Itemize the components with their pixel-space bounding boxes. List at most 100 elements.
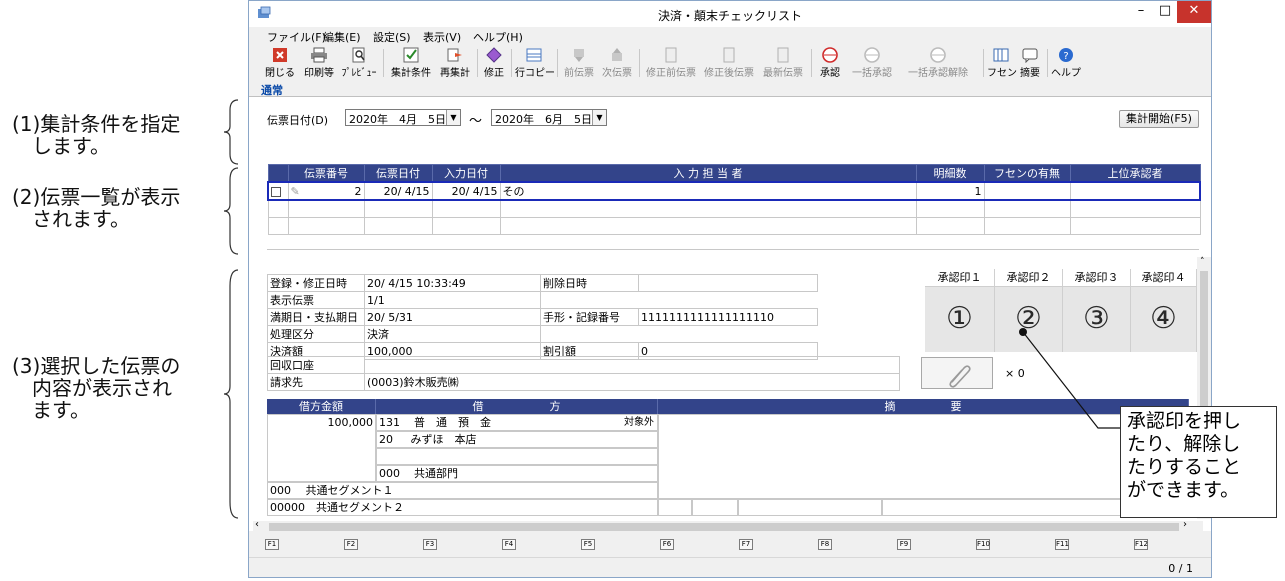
date-filter-label: 伝票日付(D): [267, 114, 329, 127]
before-edit-button[interactable]: 修正前伝票: [643, 47, 699, 79]
eraser-icon: [486, 47, 502, 63]
toolbar-separator: [477, 49, 478, 77]
f4-key[interactable]: F4: [502, 539, 516, 550]
recalc-button[interactable]: 再集計: [437, 47, 473, 79]
f9-key[interactable]: F9: [897, 539, 911, 550]
doc-icon: [777, 47, 789, 63]
table-row[interactable]: [267, 216, 1201, 235]
menu-bar: ファイル(F) 編集(E) 設定(S) 表示(V) ヘルプ(H): [249, 27, 1211, 45]
f7-key[interactable]: F7: [739, 539, 753, 550]
toolbar: 閉じる 印刷等 ﾌﾟﾚﾋﾞｭｰ 集計条件 再集計 修正 行コピー 前伝票 次伝票…: [249, 45, 1211, 81]
date-range-tilde: ～: [469, 114, 483, 129]
next-voucher-button[interactable]: 次伝票: [599, 47, 635, 79]
tab-normal[interactable]: 通常: [261, 82, 283, 98]
col-voucher-date[interactable]: 伝票日付: [363, 164, 433, 183]
f6-key[interactable]: F6: [660, 539, 674, 550]
page-count: 0 / 1: [1168, 562, 1193, 575]
edit-button[interactable]: 修正: [481, 47, 507, 79]
col-debit-amount: 借方金額: [267, 399, 376, 414]
menu-file[interactable]: ファイル(F): [267, 29, 326, 45]
paperclip-icon: [949, 365, 971, 388]
f3-key[interactable]: F3: [423, 539, 437, 550]
stamp-icon: [930, 47, 946, 63]
debit-amount: 100,000: [267, 414, 376, 482]
col-fusen[interactable]: フセンの有無: [983, 164, 1071, 183]
approval-stamp-1[interactable]: ①: [925, 286, 995, 352]
title-bar: 決済・顛末チェックリスト – □ ✕: [249, 1, 1211, 27]
callout-approval-note: 承認印を押し たり、解除し たりすること ができます。: [1120, 406, 1277, 518]
minimize-button[interactable]: –: [1129, 1, 1153, 23]
stamp-icon: [864, 47, 880, 63]
help-button[interactable]: ? ヘルプ: [1051, 47, 1081, 79]
bulk-release-button[interactable]: 一括承認解除: [905, 47, 971, 79]
close-window-button[interactable]: ✕: [1177, 1, 1211, 23]
print-button[interactable]: 印刷等: [301, 47, 337, 79]
approve-button[interactable]: 承認: [815, 47, 845, 79]
table-row[interactable]: [267, 199, 1201, 218]
app-window: 決済・顛末チェックリスト – □ ✕ ファイル(F) 編集(E) 設定(S) 表…: [248, 0, 1212, 578]
scroll-right-icon[interactable]: ›: [1183, 519, 1187, 530]
segment-1: 000 共通セグメント１: [267, 482, 658, 499]
f10-key[interactable]: F10: [976, 539, 990, 550]
stamp-icon: [822, 47, 838, 63]
chevron-down-icon[interactable]: ▼: [446, 110, 460, 125]
doc-icon: [665, 47, 677, 63]
next-icon: [612, 48, 622, 61]
scroll-left-icon[interactable]: ‹: [255, 519, 259, 530]
annotation-conditions: (1)集計条件を指定 します。: [12, 112, 181, 158]
scroll-thumb[interactable]: [269, 523, 1179, 531]
conditions-button[interactable]: 集計条件: [389, 47, 433, 79]
fusen-button[interactable]: フセン: [987, 47, 1017, 79]
magnifier-icon: [352, 47, 365, 63]
voucher-detail-extra: 回収口座 請求先 (0003)鈴木販売㈱: [267, 356, 900, 391]
date-from-select[interactable]: 2020年 4月 5日 ▼: [345, 109, 461, 126]
latest-button[interactable]: 最新伝票: [759, 47, 807, 79]
col-input-date[interactable]: 入力日付: [431, 164, 501, 183]
col-debit: 借 方: [376, 399, 658, 414]
toolbar-separator: [511, 49, 512, 77]
f1-key[interactable]: F1: [265, 539, 279, 550]
f12-key[interactable]: F12: [1134, 539, 1148, 550]
f8-key[interactable]: F8: [818, 539, 832, 550]
window-title: 決済・顛末チェックリスト: [657, 9, 802, 23]
prev-icon: [574, 49, 584, 62]
brace-1: [223, 99, 239, 165]
brace-3: [223, 269, 239, 519]
col-approver[interactable]: 上位承認者: [1069, 164, 1201, 183]
segment-2: 00000 共通セグメント２: [267, 499, 658, 516]
summary-button[interactable]: 摘要: [1017, 47, 1043, 79]
f5-key[interactable]: F5: [581, 539, 595, 550]
date-to-select[interactable]: 2020年 6月 5日 ▼: [491, 109, 607, 126]
maximize-button[interactable]: □: [1153, 1, 1177, 23]
start-aggregation-button[interactable]: 集計開始(F5): [1119, 110, 1199, 128]
debit-blank: [376, 448, 658, 465]
prev-voucher-button[interactable]: 前伝票: [561, 47, 597, 79]
menu-help[interactable]: ヘルプ(H): [473, 29, 523, 45]
voucher-list: 伝票番号 伝票日付 入力日付 入 力 担 当 者 明細数 フセンの有無 上位承認…: [267, 164, 1201, 235]
col-detail-count[interactable]: 明細数: [915, 164, 985, 183]
scroll-up-icon[interactable]: ˄: [1200, 257, 1205, 267]
col-voucher-no[interactable]: 伝票番号: [287, 164, 365, 183]
menu-settings[interactable]: 設定(S): [373, 29, 411, 45]
close-button[interactable]: 閉じる: [263, 47, 297, 79]
table-row[interactable]: ✎ 2 20/ 4/15 20/ 4/15 その 1: [267, 181, 1201, 201]
annotation-detail: (3)選択した伝票の 内容が表示され ます。: [12, 354, 181, 422]
function-key-bar: F1 F2 F3 F4 F5 F6 F7 F8 F9 F10 F11 F12: [249, 535, 1211, 553]
col-staff[interactable]: 入 力 担 当 者: [499, 164, 917, 183]
chevron-down-icon[interactable]: ▼: [592, 110, 606, 125]
attachment-button[interactable]: [921, 357, 993, 389]
help-icon: ?: [1059, 48, 1073, 62]
menu-edit[interactable]: 編集(E): [323, 29, 361, 45]
approval-stamp-4[interactable]: ④: [1131, 286, 1197, 352]
bulk-approve-button[interactable]: 一括承認: [849, 47, 895, 79]
f2-key[interactable]: F2: [344, 539, 358, 550]
rowcopy-button[interactable]: 行コピー: [515, 47, 555, 79]
preview-button[interactable]: ﾌﾟﾚﾋﾞｭｰ: [339, 47, 379, 79]
tab-bar: 通常: [249, 81, 1211, 97]
f11-key[interactable]: F11: [1055, 539, 1069, 550]
after-edit-button[interactable]: 修正後伝票: [701, 47, 757, 79]
toolbar-separator: [983, 49, 984, 77]
menu-view[interactable]: 表示(V): [423, 29, 461, 45]
horizontal-scrollbar[interactable]: ‹ ›: [253, 519, 1203, 533]
row-checkbox[interactable]: [271, 186, 281, 197]
